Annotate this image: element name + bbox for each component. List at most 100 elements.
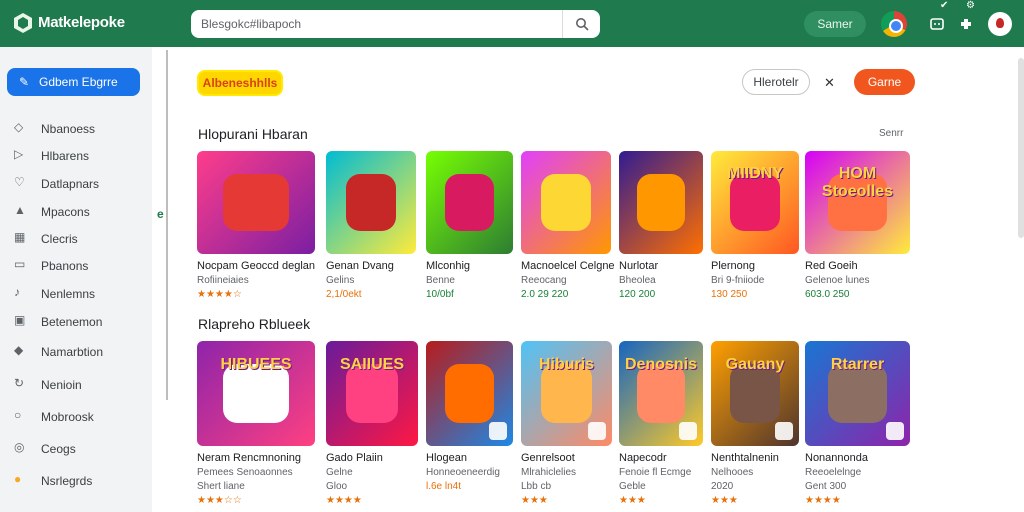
app-thumbnail[interactable]: [619, 151, 703, 254]
app-thumbnail[interactable]: SAIIUES: [326, 341, 418, 446]
app-thumbnail[interactable]: Hiburis: [521, 341, 612, 446]
app-thumbnail[interactable]: [426, 151, 513, 254]
shuffle-icon[interactable]: ✕: [824, 75, 835, 91]
action-button[interactable]: Garne: [854, 69, 915, 95]
sidebar-item-4[interactable]: ▦ Clecris: [14, 230, 144, 250]
app-card[interactable]: SAIIUES Gado Plaiin Gelne Gloo ★★★★: [326, 341, 418, 506]
thumbnail-label: MIIDNY: [727, 165, 783, 183]
store-badge-icon: [489, 422, 507, 440]
sidebar-item-11[interactable]: ◎ Ceogs: [14, 440, 144, 460]
app-thumbnail[interactable]: [521, 151, 611, 254]
thumbnail-label: Denosnis: [624, 355, 697, 373]
sidebar-item-2[interactable]: ♡ Datlapnars: [14, 175, 144, 195]
play-icon: ▷: [14, 147, 24, 161]
app-card[interactable]: Mlconhig Benne 10/0bf: [426, 151, 513, 300]
app-title: Neram Rencmnoning: [197, 452, 301, 464]
app-rating: ★★★: [619, 495, 646, 506]
sidebar-item-1[interactable]: ▷ Hlbarens: [14, 147, 144, 167]
section-title-2: Rlapreho Rblueek: [198, 316, 311, 332]
thumbnail-label: HIBUEES: [220, 355, 292, 373]
sidebar-primary-button[interactable]: ✎ Gdbem Ebgrre: [7, 68, 140, 96]
app-rating: ★★★: [521, 495, 548, 506]
puzzle-icon[interactable]: [958, 16, 974, 32]
app-thumbnail[interactable]: [426, 341, 513, 446]
see-more-link[interactable]: Senrr: [879, 128, 903, 139]
app-meta: 10/0bf: [426, 289, 454, 300]
app-subtitle: Rofiineiaies: [197, 275, 249, 286]
search-bar[interactable]: Blesgokc#libapoch: [191, 10, 600, 38]
app-subtitle: Mlrahiclelies: [521, 467, 577, 478]
app-meta: 603.0 250: [805, 289, 850, 300]
app-card[interactable]: Genan Dvang Gelins 2,1/0ekt: [326, 151, 416, 300]
app-meta: l.6e ln4t: [426, 481, 462, 492]
app-rating: ★★★★: [326, 495, 362, 506]
app-card[interactable]: Nocpam Geoccd deglan Rofiineiaies ★★★★☆: [197, 151, 315, 300]
app-rating: ★★★☆☆: [197, 495, 242, 506]
page-scrollbar[interactable]: [1018, 58, 1024, 238]
app-card[interactable]: Nurlotar Bheolea 120 200: [619, 151, 703, 300]
app-subtitle: Bri 9-fniiode: [711, 275, 765, 286]
gear-icon[interactable]: ⚙: [966, 0, 975, 11]
app-title: Napecodr: [619, 452, 667, 464]
search-icon: [575, 18, 589, 31]
app-thumbnail[interactable]: HOM Stoeolles: [805, 151, 910, 254]
sidebar-item-8[interactable]: ◆ Namarbtion: [14, 343, 144, 363]
sidebar-item-10[interactable]: ○ Mobroosk: [14, 408, 144, 428]
thumbnail-label: Gauany: [725, 355, 785, 373]
sidebar-item-6[interactable]: ♪ Nenlemns: [14, 285, 144, 305]
app-card[interactable]: Macnoelcel Celgne Reeocang 2.0 29 220: [521, 151, 615, 300]
app-thumbnail[interactable]: MIIDNY: [711, 151, 799, 254]
tag-icon: ◇: [14, 120, 24, 134]
app-card[interactable]: HIBUEES Neram Rencmnoning Pemees Senoaonne…: [197, 341, 315, 506]
sidebar-scrollbar[interactable]: [166, 50, 168, 400]
thumbnail-label: HOM Stoeolles: [821, 165, 894, 201]
app-subtitle: Bheolea: [619, 275, 656, 286]
app-thumbnail[interactable]: Rtarrer: [805, 341, 910, 446]
app-title: Nurlotar: [619, 260, 659, 272]
section-title: Hlopurani Hbaran: [198, 126, 308, 142]
app-card[interactable]: Rtarrer Nonannonda Reeoelelnge Gent 300 ★★★★: [805, 341, 910, 506]
sidebar-primary-label: Gdbem Ebgrre: [39, 75, 118, 89]
app-thumbnail[interactable]: Gauany: [711, 341, 799, 446]
app-card[interactable]: Gauany Nenthtalnenin Nelhooes 2020 ★★★: [711, 341, 799, 506]
check-icon[interactable]: ✔: [940, 0, 948, 11]
app-card[interactable]: Denosnis Napecodr Fenoie fl Ecmge Geble ★★★: [619, 341, 703, 506]
app-thumbnail[interactable]: Denosnis: [619, 341, 703, 446]
sidebar-item-9[interactable]: ↻ Nenioin: [14, 376, 144, 396]
sidebar-item-3[interactable]: ▲ Mpacons: [14, 203, 144, 223]
collapse-handle-icon[interactable]: e: [157, 207, 164, 221]
app-artwork: [445, 364, 494, 423]
app-card[interactable]: HOM Stoeolles Red Goeih Gelenoe lunes 603.0…: [805, 151, 910, 300]
app-meta: 2.0 29 220: [521, 289, 569, 300]
outline-button[interactable]: Hlerotelr: [742, 69, 810, 95]
sidebar-item-12[interactable]: ● Nsrlegrds: [14, 472, 144, 492]
app-meta: Shert liane: [197, 481, 245, 492]
app-artwork: [345, 173, 397, 232]
sign-in-button[interactable]: Samer: [804, 11, 866, 37]
app-thumbnail[interactable]: [326, 151, 416, 254]
app-card[interactable]: Hiburis Genrelsoot Mlrahiclelies Lbb cb ★★★: [521, 341, 612, 506]
create-icon: ✎: [19, 75, 30, 89]
extension-icon[interactable]: [929, 16, 945, 32]
sidebar-item-5[interactable]: ▭ Pbanons: [14, 257, 144, 277]
store-badge-icon: [886, 422, 904, 440]
avatar[interactable]: [988, 12, 1012, 36]
chrome-icon[interactable]: [881, 11, 907, 37]
sidebar-item-0[interactable]: ◇ Nbanoess: [14, 120, 144, 140]
app-meta: Geble: [619, 481, 646, 492]
search-button[interactable]: [562, 10, 600, 38]
app-title: Nenthtalnenin: [711, 452, 779, 464]
brand-badge[interactable]: Albeneshhlls: [197, 70, 283, 96]
app-artwork: [540, 173, 592, 232]
app-card[interactable]: MIIDNY Plernong Bri 9-fniiode 130 250: [711, 151, 799, 300]
sidebar-item-7[interactable]: ▣ Betenemon: [14, 313, 144, 333]
app-title: Gado Plaiin: [326, 452, 383, 464]
app-meta: 130 250: [711, 289, 748, 300]
app-meta: 2020: [711, 481, 734, 492]
app-title: Genrelsoot: [521, 452, 575, 464]
search-input[interactable]: Blesgokc#libapoch: [201, 17, 301, 31]
app-card[interactable]: Hlogean Honneoeneerdig l.6e ln4t: [426, 341, 513, 492]
tag-filled-icon: ◆: [14, 343, 24, 357]
app-thumbnail[interactable]: HIBUEES: [197, 341, 315, 446]
app-thumbnail[interactable]: [197, 151, 315, 254]
